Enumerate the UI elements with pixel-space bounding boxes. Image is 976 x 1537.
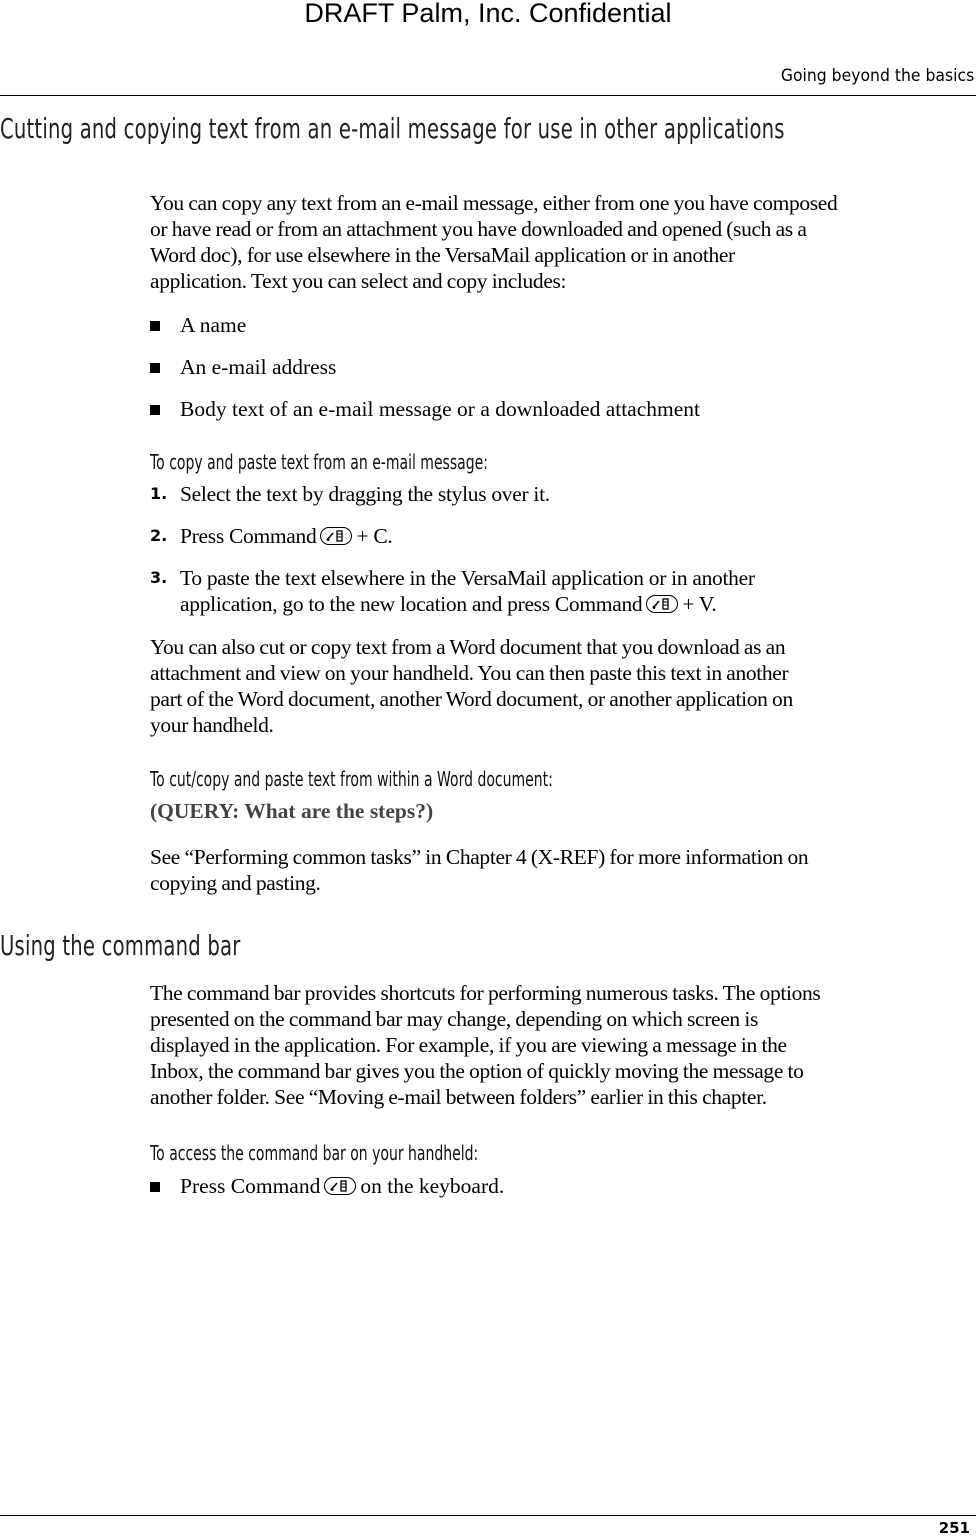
procedure-title-cut-copy-word: To cut/copy and paste text from within a…: [150, 767, 553, 791]
step-3: 3. To paste the text elsewhere in the Ve…: [150, 566, 755, 616]
command-key-icon: [320, 527, 353, 545]
text-line: Word doc), for use elsewhere in the Vers…: [150, 243, 735, 267]
list-item: Body text of an e-mail message or a down…: [150, 396, 700, 422]
list-item: Press Command on the keyboard.: [150, 1173, 504, 1199]
intro-paragraph: You can copy any text from an e-mail mes…: [150, 190, 976, 294]
text-line: attachment and view on your handheld. Yo…: [150, 661, 789, 685]
text-line: or have read or from an attachment you h…: [150, 217, 807, 241]
text-line: your handheld.: [150, 713, 274, 737]
text-line: displayed in the application. For exampl…: [150, 1033, 787, 1057]
text-line: Inbox, the command bar gives you the opt…: [150, 1059, 804, 1083]
procedure-title-access-command-bar: To access the command bar on your handhe…: [150, 1141, 479, 1165]
page-number: 251: [938, 1519, 970, 1537]
section-heading-command-bar: Using the command bar: [0, 929, 241, 962]
footer-rule: [0, 1515, 976, 1516]
command-bar-paragraph: The command bar provides shortcuts for p…: [150, 980, 976, 1110]
list-item: A name: [150, 312, 246, 338]
see-also-paragraph: See “Performing common tasks” in Chapter…: [150, 844, 976, 896]
text-line: application. Text you can select and cop…: [150, 269, 567, 293]
text-line: copying and pasting.: [150, 871, 321, 895]
bullet-icon: [150, 321, 160, 332]
header-rule: [0, 95, 976, 96]
bullet-icon: [150, 405, 160, 416]
text-line: presented on the command bar may change,…: [150, 1007, 758, 1031]
text-line: You can copy any text from an e-mail mes…: [150, 191, 838, 215]
text-line: See “Performing common tasks” in Chapter…: [150, 845, 809, 869]
bullet-icon: [150, 1182, 160, 1193]
list-item: An e-mail address: [150, 354, 336, 380]
text-line: part of the Word document, another Word …: [150, 687, 793, 711]
step-1: 1. Select the text by dragging the stylu…: [150, 482, 550, 506]
step-2: 2. Press Command + C.: [150, 524, 393, 548]
text-line: The command bar provides shortcuts for p…: [150, 981, 821, 1005]
command-key-icon: [646, 595, 679, 613]
section-heading-cutting-copying: Cutting and copying text from an e-mail …: [0, 112, 785, 145]
query-note: (QUERY: What are the steps?): [150, 799, 434, 823]
command-key-icon: [324, 1177, 357, 1195]
word-document-paragraph: You can also cut or copy text from a Wor…: [150, 634, 976, 738]
running-head: Going beyond the basics: [780, 66, 974, 86]
text-line: You can also cut or copy text from a Wor…: [150, 635, 786, 659]
text-line: another folder. See “Moving e-mail betwe…: [150, 1085, 767, 1109]
bullet-icon: [150, 363, 160, 374]
draft-watermark: DRAFT Palm, Inc. Confidential: [304, 0, 672, 28]
procedure-title-copy-paste: To copy and paste text from an e-mail me…: [150, 450, 488, 474]
